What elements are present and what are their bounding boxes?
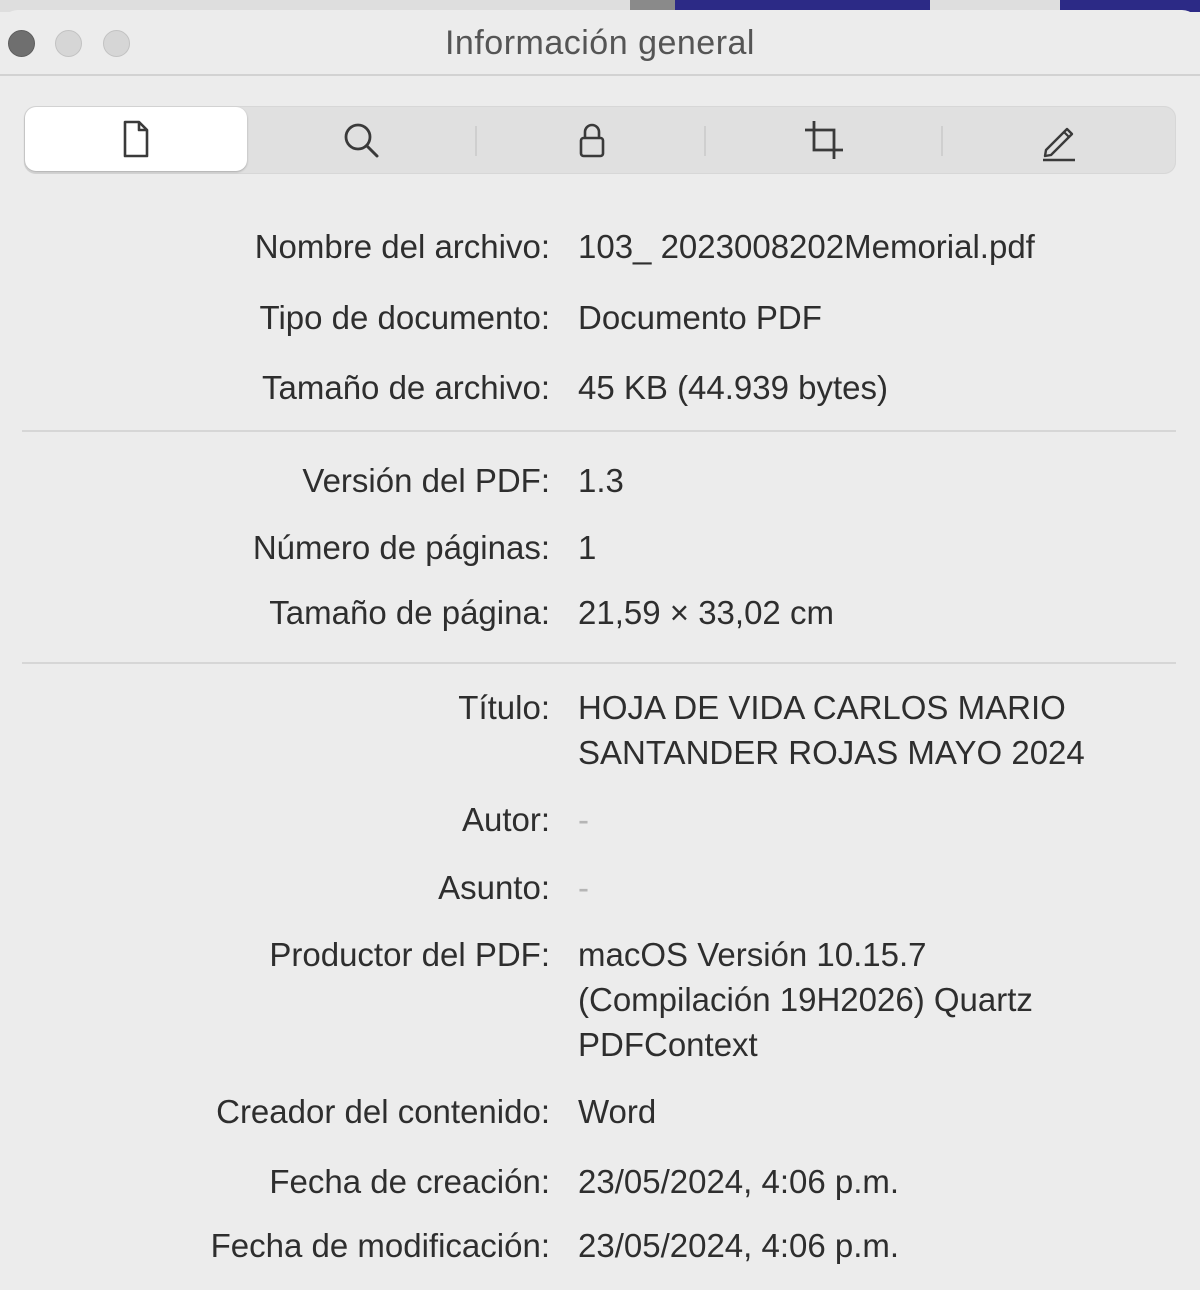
pdf-version-value[interactable]: 1.3 [578, 458, 1158, 503]
created-value[interactable]: 23/05/2024, 4:06 p.m. [578, 1159, 1158, 1204]
author-label: Autor: [461, 801, 550, 838]
file-name-label: Nombre del archivo: [254, 228, 550, 265]
tab-annotate[interactable] [949, 106, 1169, 174]
document-icon [123, 120, 149, 158]
title-bar[interactable]: Información general [0, 10, 1200, 76]
tab-search[interactable] [256, 106, 466, 174]
doc-type-label: Tipo de documento: [259, 299, 550, 336]
tab-separator [941, 126, 943, 156]
file-name-value[interactable]: 103_ 2023008202Memorial.pdf [578, 224, 1158, 269]
modified-value[interactable]: 23/05/2024, 4:06 p.m. [578, 1223, 1158, 1268]
producer-label: Productor del PDF: [269, 936, 550, 973]
pencil-icon [1043, 127, 1075, 162]
modified-label: Fecha de modificación: [210, 1227, 550, 1264]
author-value[interactable]: - [578, 797, 1158, 842]
subject-label: Asunto: [438, 869, 550, 906]
tab-security[interactable] [484, 106, 699, 174]
tab-separator [704, 126, 706, 156]
section-divider [22, 662, 1176, 664]
subject-value[interactable]: - [578, 865, 1158, 910]
file-size-value[interactable]: 45 KB (44.939 bytes) [578, 365, 1158, 410]
doc-type-value[interactable]: Documento PDF [578, 295, 1158, 340]
file-size-label: Tamaño de archivo: [262, 369, 550, 406]
creator-value[interactable]: Word [578, 1089, 1158, 1134]
page-size-label: Tamaño de página: [269, 594, 550, 631]
tab-general[interactable] [25, 107, 247, 171]
window-title: Información general [444, 24, 755, 62]
info-window: Información general Nombre del archivo: … [0, 10, 1200, 1290]
created-label: Fecha de creación: [269, 1163, 550, 1200]
crop-icon [805, 121, 843, 159]
pdf-version-label: Versión del PDF: [302, 462, 550, 499]
magnifier-icon [344, 123, 379, 158]
tab-crop[interactable] [714, 106, 934, 174]
lock-icon [579, 123, 604, 158]
title-value[interactable]: HOJA DE VIDA CARLOS MARIO SANTANDER ROJA… [578, 685, 1138, 775]
producer-value[interactable]: macOS Versión 10.15.7 (Compilación 19H20… [578, 932, 1118, 1067]
page-count-value[interactable]: 1 [578, 525, 1158, 570]
tab-separator [475, 126, 477, 156]
creator-label: Creador del contenido: [216, 1093, 550, 1130]
page-size-value[interactable]: 21,59 × 33,02 cm [578, 590, 1158, 635]
page-count-label: Número de páginas: [252, 529, 550, 566]
title-label: Título: [458, 689, 550, 726]
section-divider [22, 430, 1176, 432]
inspector-tabs [24, 106, 1176, 174]
